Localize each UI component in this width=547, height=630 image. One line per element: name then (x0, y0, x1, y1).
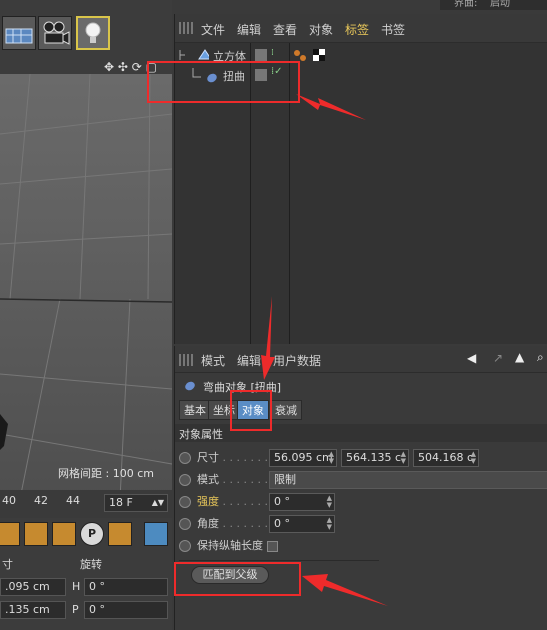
timeline-tick: 42 (34, 494, 48, 507)
twist-deformer-icon (185, 381, 195, 391)
layout-selector[interactable]: 界面: 启动 (440, 0, 547, 10)
visibility-icon[interactable] (255, 49, 267, 61)
size-y-field[interactable]: 564.135 c ▲ ▼ (341, 449, 409, 467)
size-y-value: 564.135 c (346, 451, 402, 464)
move-tool-icon[interactable] (0, 522, 20, 546)
mode-dropdown[interactable]: 限制 (269, 471, 547, 489)
rotation-p-value: 0 ° (89, 603, 105, 616)
cube-icon (179, 49, 209, 60)
menu-objects[interactable]: 对象 (309, 21, 333, 38)
tab-falloff[interactable]: 衰减 (270, 400, 302, 420)
tab-basic[interactable]: 基本 (179, 400, 211, 420)
top-toolbar (0, 14, 172, 52)
animate-radio[interactable] (179, 496, 191, 508)
keep-length-label: 保持纵轴长度 (197, 539, 263, 552)
object-manager-menubar: 文件 编辑 查看 对象 标签 书签 (175, 14, 547, 43)
rotation-h-value: 0 ° (89, 580, 105, 593)
axis-label: H (72, 580, 81, 593)
angle-field[interactable]: 0 ° ▲ ▼ (269, 515, 335, 533)
size-property: 尺寸 . . . . . . . (179, 448, 268, 468)
search-icon[interactable]: ⌕ (537, 350, 544, 365)
size-label: 尺寸 (197, 451, 219, 464)
layer-dots-icon[interactable]: ⁞ (271, 48, 283, 60)
size-header: 寸 (2, 558, 13, 571)
cursor-icon[interactable]: ▲ (515, 350, 524, 364)
floor-object-icon[interactable] (2, 16, 36, 50)
menu-view[interactable]: 查看 (273, 21, 297, 38)
menu-tags[interactable]: 标签 (345, 21, 369, 38)
keep-length-property: 保持纵轴长度 (179, 536, 278, 556)
annotation-box-object-tab (230, 390, 272, 431)
menu-file[interactable]: 文件 (201, 21, 225, 38)
layout-value: 启动 (490, 0, 510, 9)
mode-value: 限制 (274, 473, 296, 486)
back-arrow-icon[interactable]: ◀ (467, 351, 476, 365)
rotation-header: 旋转 (80, 558, 102, 571)
strength-value: 0 ° (274, 495, 290, 508)
size-x-field[interactable]: 56.095 cm ▲ ▼ (269, 449, 337, 467)
panel-grip-icon[interactable] (179, 22, 193, 34)
animate-radio[interactable] (179, 474, 191, 486)
menu-bookmarks[interactable]: 书签 (381, 21, 405, 38)
timeline-tick: 40 (2, 494, 16, 507)
size-y-field[interactable]: .135 cm (0, 601, 66, 619)
size-y-value: .135 cm (5, 603, 50, 616)
size-z-value: 504.168 c (418, 451, 474, 464)
angle-value: 0 ° (274, 517, 290, 530)
annotation-box-match-button (174, 562, 301, 596)
animate-radio[interactable] (179, 518, 191, 530)
timeline-tick: 44 (66, 494, 80, 507)
axis-label: P (72, 603, 79, 616)
scale-tool-icon[interactable] (24, 522, 48, 546)
position-key-icon[interactable]: P (80, 522, 104, 546)
coordinate-manager: 寸 旋转 .095 cm H 0 ° .135 cm P 0 ° (0, 554, 172, 630)
checker-tag-icon[interactable] (313, 49, 325, 61)
strength-property: 强度 . . . . . . . (179, 492, 268, 512)
rotate-tool-icon[interactable] (52, 522, 76, 546)
menu-edit[interactable]: 编辑 (237, 352, 261, 369)
size-x-value: 56.095 cm (274, 451, 333, 464)
section-title: 对象属性 (179, 428, 223, 441)
panel-grip-icon[interactable] (179, 354, 193, 366)
timeline[interactable]: 40 42 44 18 F ▲▼ (0, 490, 172, 518)
strength-field[interactable]: 0 ° ▲ ▼ (269, 493, 335, 511)
animation-toolbar: P (0, 520, 172, 550)
layout-label: 界面: (454, 0, 478, 9)
animate-radio[interactable] (179, 452, 191, 464)
menu-mode[interactable]: 模式 (201, 352, 225, 369)
size-z-field[interactable]: 504.168 c ▲ ▼ (413, 449, 479, 467)
animate-radio[interactable] (179, 540, 191, 552)
light-icon[interactable] (76, 16, 110, 50)
mode-property: 模式 . . . . . . . (179, 470, 268, 490)
angle-property: 角度 . . . . . . . (179, 514, 268, 534)
attribute-manager-menubar: 模式 编辑 用户数据 ◀ ↗ ▲ ⌕ (175, 346, 547, 373)
mode-label: 模式 (197, 473, 219, 486)
annotation-box-twist (147, 61, 300, 103)
camera-icon[interactable] (38, 16, 72, 50)
size-x-value: .095 cm (5, 580, 50, 593)
keep-length-checkbox[interactable] (267, 540, 278, 552)
angle-label: 角度 (197, 517, 219, 530)
rotation-p-field[interactable]: 0 ° (84, 601, 168, 619)
keyframe-dots-icon[interactable] (108, 522, 132, 546)
rotation-h-field[interactable]: 0 ° (84, 578, 168, 596)
up-arrow-icon[interactable]: ↗ (493, 351, 503, 365)
3d-viewport[interactable]: ✥ ✣ ⟳ ▢ 网格间距 : 100 cm (0, 60, 172, 499)
film-icon[interactable] (144, 522, 168, 546)
size-x-field[interactable]: .095 cm (0, 578, 66, 596)
strength-label: 强度 (197, 495, 219, 508)
menu-user-data[interactable]: 用户数据 (273, 352, 321, 369)
current-frame-field[interactable]: 18 F ▲▼ (104, 494, 168, 512)
current-frame-value: 18 F (109, 496, 133, 509)
grid-spacing-label: 网格间距 : 100 cm (58, 467, 154, 480)
menu-edit[interactable]: 编辑 (237, 21, 261, 38)
